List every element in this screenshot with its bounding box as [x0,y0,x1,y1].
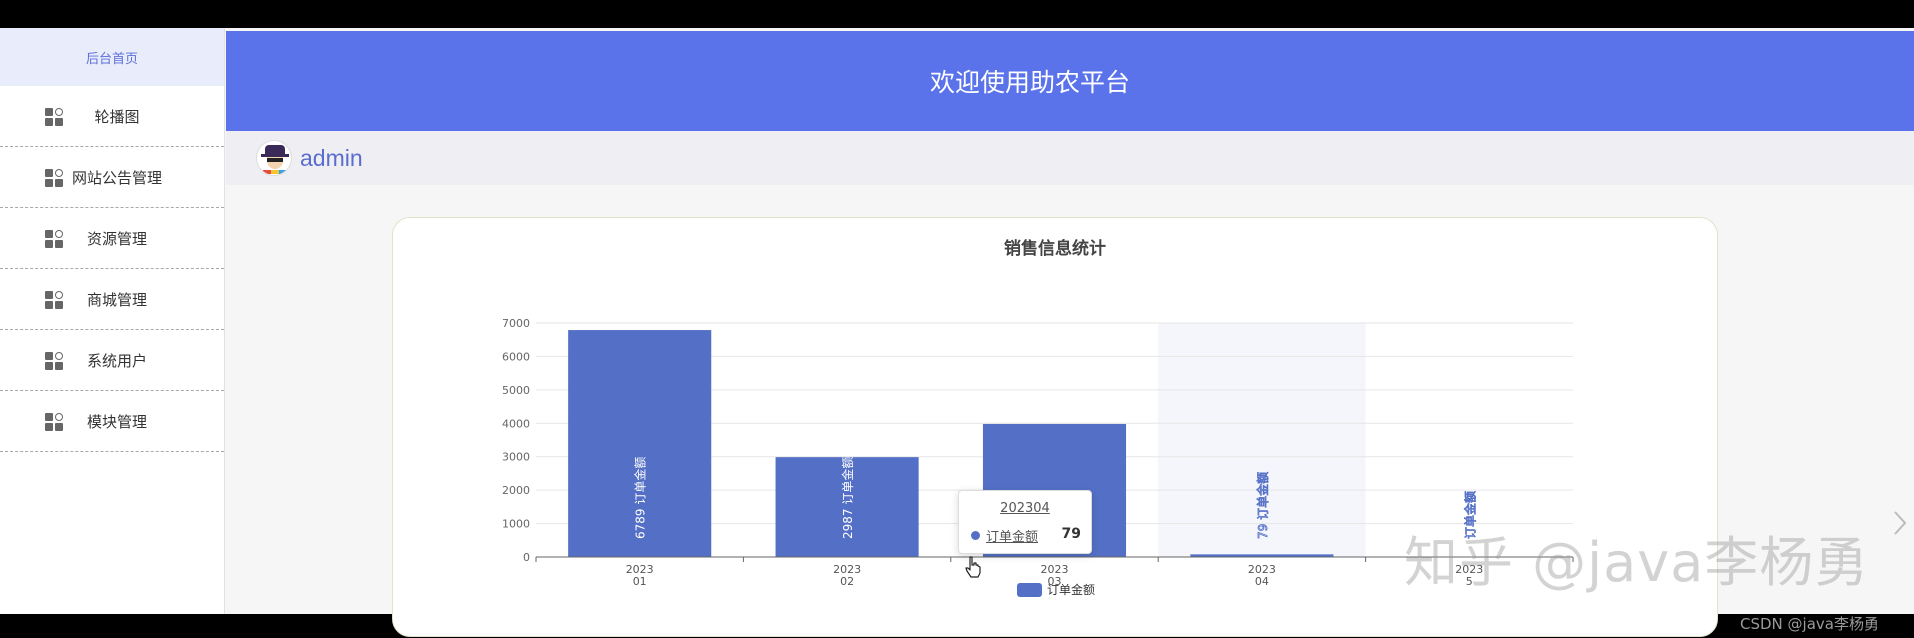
zhihu-watermark: 知乎 @java李杨勇 [1404,531,1870,594]
sidebar-item-mall[interactable]: 商城管理 [0,269,224,330]
bar-label: 2987 订单金额 [840,457,855,539]
sidebar-item-label: 轮播图 [94,107,140,126]
y-tick-label: 6000 [502,350,530,363]
sidebar-item-label: 商城管理 [86,290,147,309]
y-tick-label: 7000 [502,317,530,330]
sidebar-item-label: 资源管理 [86,229,147,248]
sidebar-home-label: 后台首页 [85,51,138,67]
header: 欢迎使用助农平台 [226,31,1914,131]
tooltip-series-name: 订单金额 [986,530,1039,545]
user-bar: admin [226,131,1914,185]
legend-swatch [1017,583,1042,597]
sidebar: 后台首页 轮播图 网站公告管理 资源管理 商城管理 系统用户 模块管理 [0,28,225,614]
hand-cursor-icon [965,556,981,578]
chevron-right-icon[interactable] [1893,510,1907,536]
legend-label: 订单金额 [1047,582,1095,597]
app-root: 后台首页 轮播图 网站公告管理 资源管理 商城管理 系统用户 模块管理 欢迎使用… [0,28,1914,637]
y-tick-label: 3000 [502,451,530,464]
avatar[interactable] [256,140,292,176]
sidebar-item-modules[interactable]: 模块管理 [0,391,224,452]
sidebar-home[interactable]: 后台首页 [0,28,224,86]
sidebar-item-notices[interactable]: 网站公告管理 [0,147,224,208]
y-tick-label: 5000 [502,384,530,397]
x-tick-label: 02 [840,575,854,588]
csdn-watermark: CSDN @java李杨勇 [1740,615,1879,633]
tooltip-category: 202304 [1000,501,1050,516]
sidebar-item-resources[interactable]: 资源管理 [0,208,224,269]
sidebar-item-label: 模块管理 [86,412,147,431]
sidebar-item-label: 系统用户 [86,351,147,370]
sidebar-item-label: 网站公告管理 [71,168,162,187]
sidebar-item-system-users[interactable]: 系统用户 [0,330,224,391]
x-tick-label: 04 [1255,575,1269,588]
x-tick-label: 01 [633,575,647,588]
bar-label: 6789 订单金额 [633,457,648,539]
tooltip-series-dot [971,531,980,540]
tooltip-value: 79 [1061,526,1081,542]
y-tick-label: 0 [523,551,530,564]
bar-label: 79 订单金额 [1255,472,1270,539]
y-tick-label: 2000 [502,484,530,497]
y-tick-label: 4000 [502,417,530,430]
page-title: 欢迎使用助农平台 [929,68,1130,97]
y-tick-label: 1000 [502,518,530,531]
user-name[interactable]: admin [300,145,363,172]
sidebar-item-carousel[interactable]: 轮播图 [0,86,224,147]
chart-tooltip: 202304 订单金额 79 [958,490,1092,554]
